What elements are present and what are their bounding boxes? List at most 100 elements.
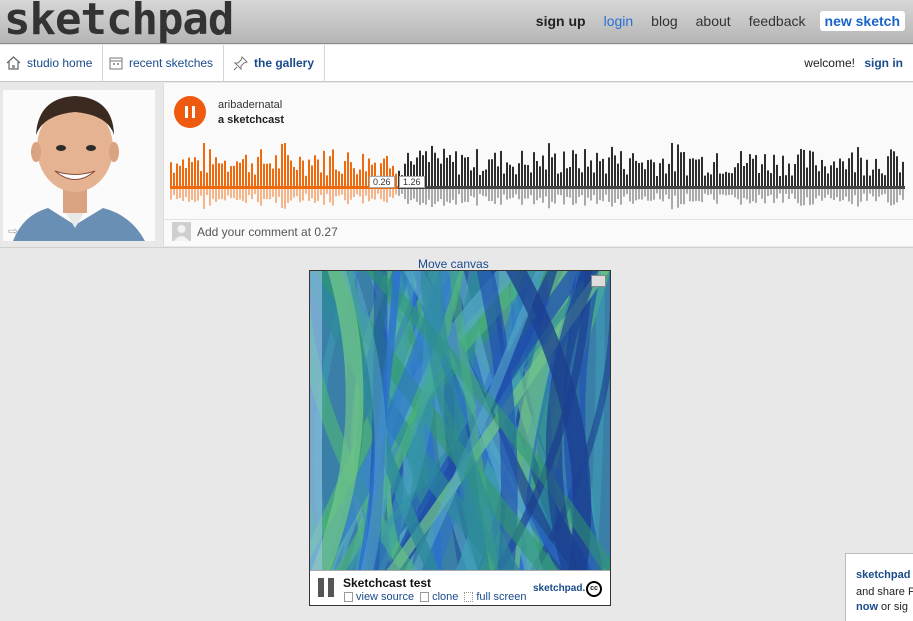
wave-reflection (563, 189, 565, 205)
wave-reflection (821, 189, 823, 201)
wave-bar (221, 163, 223, 186)
wave-bar (677, 144, 679, 186)
wave-bar (206, 172, 208, 186)
wave-reflection (716, 189, 718, 204)
comment-input[interactable]: Add your comment at 0.27 (197, 225, 338, 239)
cc-license-icon[interactable]: cc (586, 581, 602, 597)
wave-bar (524, 164, 526, 186)
wave-reflection (539, 189, 541, 198)
sign-in-link[interactable]: sign in (864, 56, 903, 70)
wave-bar (527, 165, 529, 186)
tab-recent-sketches[interactable]: recent sketches (103, 45, 225, 81)
wave-bar (302, 160, 304, 186)
wave-bar (518, 163, 520, 186)
wave-bar (794, 163, 796, 186)
full-screen-link[interactable]: full screen (464, 591, 527, 603)
wave-bar (818, 171, 820, 186)
wave-bar (314, 155, 316, 186)
wave-reflection (809, 189, 811, 205)
wave-reflection (194, 189, 196, 202)
wave-reflection (497, 189, 499, 198)
wave-bar (488, 159, 490, 186)
wave-reflection (455, 189, 457, 205)
wave-reflection (572, 189, 574, 206)
wave-reflection (611, 189, 613, 207)
wave-bar (797, 154, 799, 186)
link-label: full screen (476, 591, 527, 603)
about-link[interactable]: about (696, 13, 731, 29)
waveform[interactable] (170, 143, 905, 211)
wave-bar (578, 168, 580, 186)
author-name[interactable]: aribadernatal (218, 99, 282, 111)
wave-reflection (398, 189, 400, 196)
wave-bar (566, 168, 568, 186)
wave-bar (884, 175, 886, 186)
wave-reflection (443, 189, 445, 206)
wave-reflection (671, 189, 673, 210)
wave-bar (767, 170, 769, 186)
sketchpad-brand[interactable]: sketchpad. (533, 583, 585, 594)
avatar[interactable] (3, 90, 155, 241)
wave-reflection (551, 189, 553, 202)
wave-bar (899, 172, 901, 186)
wave-reflection (251, 189, 253, 200)
arrow-right-icon[interactable]: ⇨ (8, 224, 18, 238)
sketch-canvas[interactable] (310, 271, 610, 570)
wave-bar (668, 163, 670, 186)
blog-link[interactable]: blog (651, 13, 677, 29)
new-sketch-button[interactable]: new sketch (819, 11, 905, 31)
wave-bar (656, 175, 658, 186)
tab-studio-home[interactable]: studio home (0, 45, 104, 81)
wave-bar (782, 155, 784, 186)
pause-button[interactable] (174, 96, 206, 128)
wave-reflection (494, 189, 496, 204)
camera-icon[interactable] (591, 275, 606, 287)
feedback-link[interactable]: feedback (749, 13, 806, 29)
embed-pause-button[interactable] (318, 578, 335, 597)
promo-title: sketchpad (856, 569, 911, 581)
wave-reflection (695, 189, 697, 201)
wave-bar (242, 159, 244, 186)
wave-bar (233, 165, 235, 186)
wave-bar (257, 156, 259, 186)
wave-reflection (560, 189, 562, 196)
wave-bar (596, 152, 598, 186)
wave-reflection (881, 189, 883, 195)
wave-reflection (404, 189, 406, 200)
clone-link[interactable]: clone (420, 591, 458, 603)
wave-reflection (839, 189, 841, 202)
wave-bar (713, 162, 715, 186)
wave-bar (308, 159, 310, 186)
wave-reflection (743, 189, 745, 199)
wave-bar (449, 154, 451, 186)
wave-reflection (320, 189, 322, 196)
wave-reflection (377, 189, 379, 194)
wave-reflection (656, 189, 658, 194)
view-source-link[interactable]: view source (344, 591, 414, 603)
wave-reflection (242, 189, 244, 202)
wave-bar (887, 156, 889, 186)
sign-up-link[interactable]: sign up (536, 13, 586, 29)
wave-reflection (197, 189, 199, 201)
wave-bar (338, 171, 340, 186)
site-logo[interactable]: sketchpad (4, 0, 234, 45)
login-link[interactable]: login (604, 13, 634, 29)
promo-now-link[interactable]: now (856, 601, 878, 613)
wave-reflection (641, 189, 643, 200)
house-icon (6, 56, 21, 70)
wave-bar (809, 150, 811, 186)
wave-bar (731, 173, 733, 186)
wave-reflection (566, 189, 568, 197)
wave-reflection (587, 189, 589, 198)
wave-bar (356, 174, 358, 186)
move-canvas-link[interactable]: Move canvas (418, 257, 489, 271)
wave-bar (803, 149, 805, 186)
wave-reflection (812, 189, 814, 205)
wave-reflection (584, 189, 586, 206)
tab-the-gallery[interactable]: the gallery (227, 45, 326, 81)
wave-reflection (578, 189, 580, 197)
wave-bar (806, 167, 808, 186)
wave-bar (698, 159, 700, 186)
wave-reflection (803, 189, 805, 206)
wave-reflection (509, 189, 511, 199)
